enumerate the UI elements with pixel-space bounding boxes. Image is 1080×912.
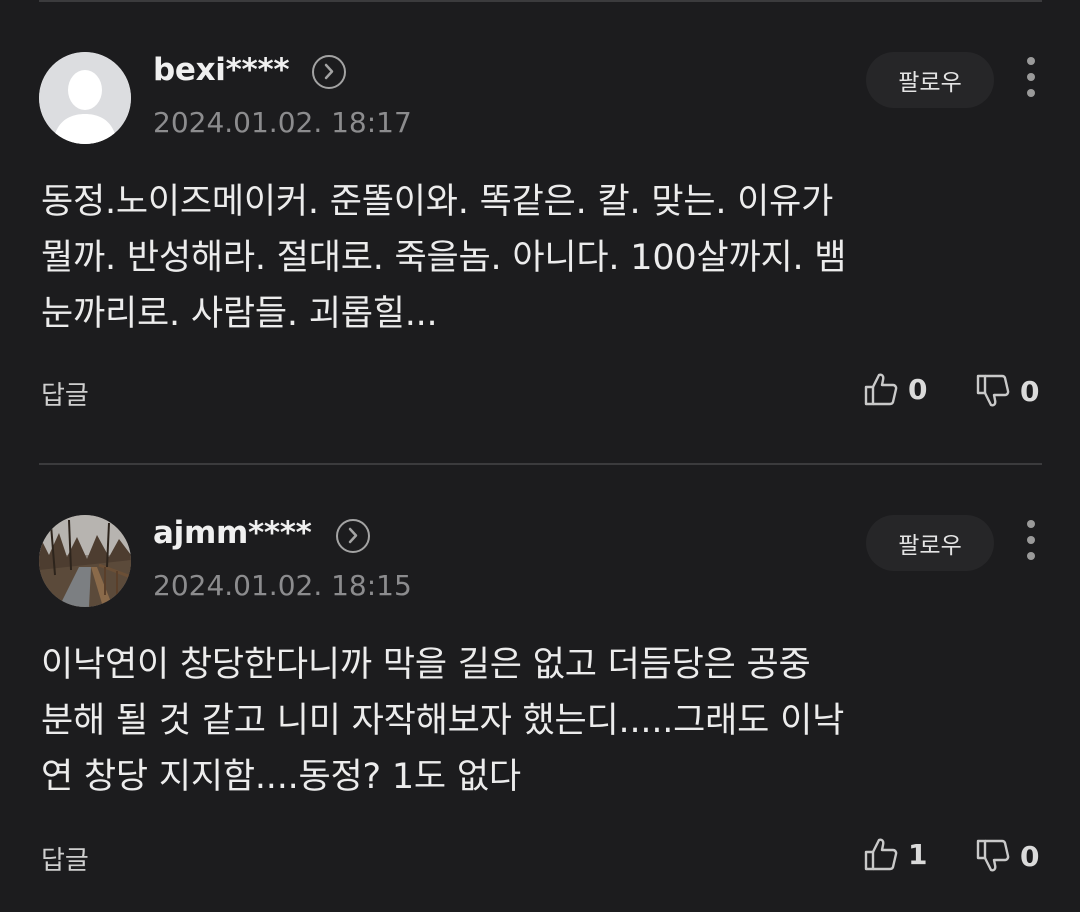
comment-timestamp: 2024.01.02. 18:17 <box>153 106 412 139</box>
like-button[interactable]: 0 <box>864 371 927 407</box>
reply-button[interactable]: 답글 <box>41 375 89 412</box>
photo-avatar-forest-path-icon <box>39 515 131 607</box>
follow-button[interactable]: 팔로우 <box>866 52 994 108</box>
like-count: 1 <box>908 837 928 871</box>
comment-timestamp: 2024.01.02. 18:15 <box>153 569 412 602</box>
dislike-button[interactable]: 0 <box>976 373 1039 409</box>
username[interactable]: bexi**** <box>153 52 290 88</box>
avatar[interactable] <box>39 515 131 607</box>
default-user-avatar-icon <box>39 52 131 144</box>
dislike-count: 0 <box>1020 839 1040 873</box>
thumbs-down-icon <box>976 374 1010 407</box>
thumbs-down-icon <box>976 839 1010 872</box>
chevron-circle-icon[interactable] <box>312 55 346 89</box>
dislike-count: 0 <box>1020 374 1040 408</box>
more-vertical-icon[interactable] <box>1016 55 1046 103</box>
follow-button[interactable]: 팔로우 <box>866 515 994 571</box>
like-button[interactable]: 1 <box>864 836 927 872</box>
comment-text: 이낙연이 창당한다니까 막을 길은 없고 더듬당은 공중 분해 될 것 같고 니… <box>41 645 845 797</box>
thumbs-up-icon <box>864 838 898 871</box>
avatar[interactable] <box>39 52 131 144</box>
comment-divider <box>39 463 1042 465</box>
username[interactable]: ajmm**** <box>153 515 312 551</box>
comment-text: 동정.노이즈메이커. 준똘이와. 똑같은. 칼. 맞는. 이유가 뭘까. 반성해… <box>41 182 847 334</box>
more-vertical-icon[interactable] <box>1016 518 1046 566</box>
chevron-circle-icon[interactable] <box>336 519 370 553</box>
thumbs-up-icon <box>864 373 898 406</box>
like-count: 0 <box>908 372 928 406</box>
dislike-button[interactable]: 0 <box>976 838 1039 874</box>
reply-button[interactable]: 답글 <box>41 840 89 877</box>
top-divider <box>39 0 1042 2</box>
